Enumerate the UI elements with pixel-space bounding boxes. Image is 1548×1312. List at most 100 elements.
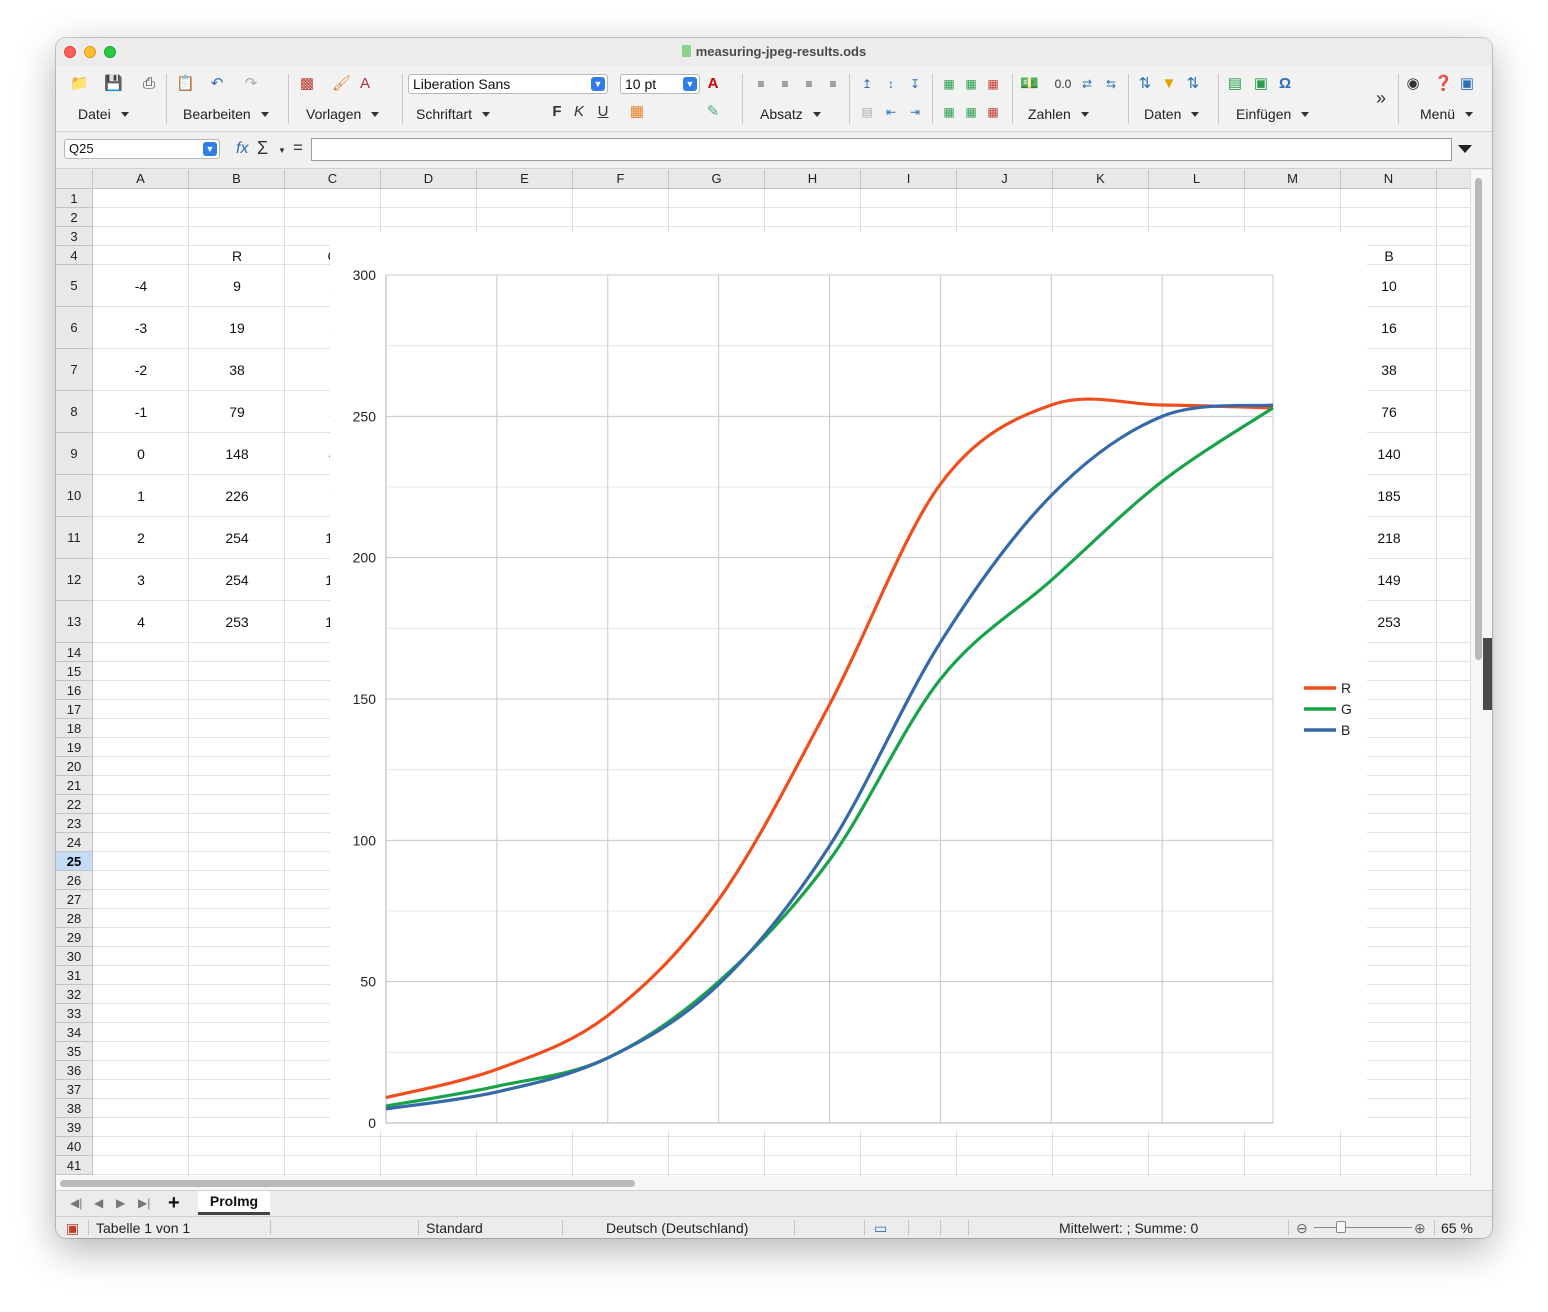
selection-mode-icon[interactable]: ▭ — [874, 1220, 887, 1237]
row-header-40[interactable]: 40 — [56, 1137, 93, 1156]
cell-a13[interactable]: 4 — [93, 601, 189, 643]
align-right-icon[interactable]: ≡ — [800, 76, 818, 92]
zoom-in-icon[interactable]: ⊕ — [1414, 1220, 1426, 1237]
zoom-out-icon[interactable]: ⊖ — [1296, 1220, 1308, 1237]
row-header-36[interactable]: 36 — [56, 1061, 93, 1080]
merge-cells-icon[interactable]: ▤ — [858, 104, 876, 120]
justify-icon[interactable]: ≡ — [824, 76, 842, 92]
row-header-25[interactable]: 25 — [56, 852, 93, 871]
row-header-22[interactable]: 22 — [56, 795, 93, 814]
insert-image-icon[interactable]: ▣ — [1252, 76, 1270, 92]
column-header-e[interactable]: E — [477, 170, 573, 189]
cell-a11[interactable]: 2 — [93, 517, 189, 559]
column-header-n[interactable]: N — [1341, 170, 1437, 189]
remove-decimal-icon[interactable]: ⇆ — [1102, 76, 1120, 92]
previous-sheet-icon[interactable]: ◀ — [94, 1196, 103, 1210]
row-header-8[interactable]: 8 — [56, 391, 93, 433]
row-header-28[interactable]: 28 — [56, 909, 93, 928]
sort-ascending-icon[interactable]: ⇅ — [1184, 76, 1202, 92]
highlight-icon[interactable]: ✎ — [704, 104, 722, 120]
select-all-corner[interactable] — [56, 170, 93, 189]
column-header-b[interactable]: B — [189, 170, 285, 189]
sidebar-collapse-handle[interactable] — [1483, 638, 1492, 710]
row-header-33[interactable]: 33 — [56, 1004, 93, 1023]
menu-schriftart[interactable]: Schriftart — [416, 106, 491, 122]
cell-a8[interactable]: -1 — [93, 391, 189, 433]
menu-daten[interactable]: Daten — [1144, 106, 1200, 122]
row-header-12[interactable]: 12 — [56, 559, 93, 601]
bold-button[interactable]: F — [548, 104, 566, 120]
insert-column-after-icon[interactable]: ▦ — [962, 104, 980, 120]
cell-a10[interactable]: 1 — [93, 475, 189, 517]
cell-b9[interactable]: 148 — [189, 433, 285, 475]
open-folder-icon[interactable]: 📁 — [70, 76, 89, 92]
clear-format-icon[interactable]: A — [356, 76, 374, 92]
column-header-d[interactable]: D — [381, 170, 477, 189]
cell-b5[interactable]: 9 — [189, 265, 285, 307]
chevron-down-icon[interactable]: ▼ — [278, 146, 286, 155]
vertical-scroll-thumb[interactable] — [1475, 178, 1482, 660]
cell-style[interactable]: Standard — [426, 1220, 483, 1236]
row-header-30[interactable]: 30 — [56, 947, 93, 966]
row-header-18[interactable]: 18 — [56, 719, 93, 738]
align-middle-icon[interactable]: ↕ — [882, 76, 900, 92]
cell-b8[interactable]: 79 — [189, 391, 285, 433]
column-header-f[interactable]: F — [573, 170, 669, 189]
underline-button[interactable]: U — [594, 104, 612, 120]
row-header-11[interactable]: 11 — [56, 517, 93, 559]
paste-icon[interactable]: 📋 — [176, 76, 195, 92]
insert-row-above-icon[interactable]: ▦ — [940, 76, 958, 92]
row-header-38[interactable]: 38 — [56, 1099, 93, 1118]
borders-icon[interactable]: ▦ — [628, 104, 646, 120]
insert-row-below-icon[interactable]: ▦ — [940, 104, 958, 120]
row-header-2[interactable]: 2 — [56, 208, 93, 227]
align-center-icon[interactable]: ≡ — [776, 76, 794, 92]
formula-equals-icon[interactable]: = — [293, 138, 303, 158]
row-header-35[interactable]: 35 — [56, 1042, 93, 1061]
cell-b10[interactable]: 226 — [189, 475, 285, 517]
cell-a12[interactable]: 3 — [93, 559, 189, 601]
column-header-h[interactable]: H — [765, 170, 861, 189]
maximize-window-button[interactable] — [104, 46, 116, 58]
row-header-4[interactable]: 4 — [56, 246, 93, 265]
align-left-icon[interactable]: ≡ — [752, 76, 770, 92]
zoom-slider-thumb[interactable] — [1336, 1221, 1346, 1233]
decrease-indent-icon[interactable]: ⇤ — [882, 104, 900, 120]
column-header-j[interactable]: J — [957, 170, 1053, 189]
menu-bearbeiten[interactable]: Bearbeiten — [183, 106, 269, 122]
row-header-29[interactable]: 29 — [56, 928, 93, 947]
zoom-slider[interactable] — [1314, 1227, 1412, 1228]
help-icon[interactable]: ❓ — [1434, 76, 1453, 92]
filter-icon[interactable]: ▼ — [1160, 76, 1178, 92]
cell-b4-header[interactable]: R — [189, 246, 285, 265]
cell-a7[interactable]: -2 — [93, 349, 189, 391]
insert-chart-icon[interactable]: ▤ — [1226, 76, 1244, 92]
delete-column-icon[interactable]: ▦ — [984, 104, 1002, 120]
redo-icon[interactable]: ↷ — [242, 76, 260, 92]
last-sheet-icon[interactable]: ▶| — [138, 1196, 150, 1210]
row-header-26[interactable]: 26 — [56, 871, 93, 890]
row-header-5[interactable]: 5 — [56, 265, 93, 307]
menu-menue[interactable]: Menü — [1420, 106, 1474, 122]
chart-object[interactable]: 050100150200250300-4-3-2-101234RGB — [330, 232, 1367, 1150]
row-header-16[interactable]: 16 — [56, 681, 93, 700]
row-header-13[interactable]: 13 — [56, 601, 93, 643]
language-status[interactable]: Deutsch (Deutschland) — [606, 1220, 748, 1236]
minimize-window-button[interactable] — [84, 46, 96, 58]
column-header-g[interactable]: G — [669, 170, 765, 189]
row-header-3[interactable]: 3 — [56, 227, 93, 246]
formula-input[interactable] — [311, 138, 1452, 161]
font-color-icon[interactable]: A — [704, 76, 722, 92]
align-bottom-icon[interactable]: ↧ — [906, 76, 924, 92]
row-header-15[interactable]: 15 — [56, 662, 93, 681]
row-header-19[interactable]: 19 — [56, 738, 93, 757]
sheet-tab-proimg[interactable]: ProImg — [198, 1191, 270, 1215]
cell-b7[interactable]: 38 — [189, 349, 285, 391]
row-header-39[interactable]: 39 — [56, 1118, 93, 1137]
row-header-27[interactable]: 27 — [56, 890, 93, 909]
format-paintbrush-icon[interactable]: 🖌 — [332, 76, 351, 92]
first-sheet-icon[interactable]: ◀| — [70, 1196, 82, 1210]
sort-icon[interactable]: ⇅ — [1136, 76, 1154, 92]
row-header-34[interactable]: 34 — [56, 1023, 93, 1042]
column-header-a[interactable]: A — [93, 170, 189, 189]
